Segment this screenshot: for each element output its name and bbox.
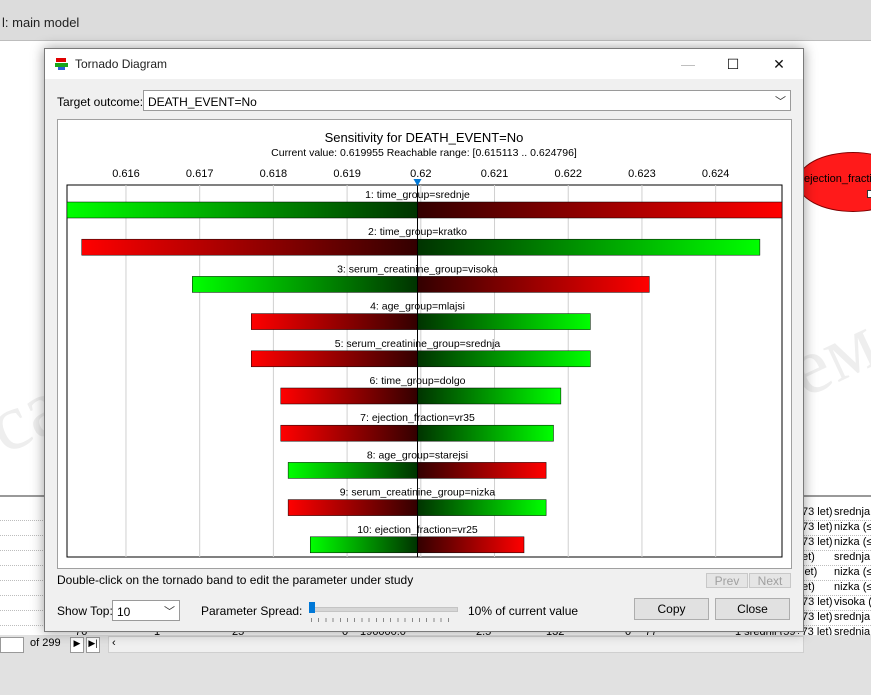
x-tick-label: 0.62 xyxy=(410,168,431,180)
table-cell: nizka (≤ xyxy=(834,536,871,548)
page-count: of 299 xyxy=(30,637,61,649)
table-cell: let) xyxy=(802,566,818,578)
tornado-band[interactable]: 2: time_group=kratko xyxy=(81,226,761,256)
chevron-down-icon: ﹀ xyxy=(164,606,175,618)
x-tick-label: 0.617 xyxy=(186,168,214,180)
table-cell: nizka (≤ xyxy=(834,521,871,533)
node-ejection-fraction[interactable]: ejection_fractio xyxy=(797,152,871,212)
node-resize-handle[interactable] xyxy=(867,190,871,198)
parameter-spread-label: Parameter Spread: xyxy=(201,604,303,618)
prev-button[interactable]: Prev xyxy=(706,573,748,588)
maximize-icon[interactable]: ☐ xyxy=(710,49,756,79)
last-page-button[interactable]: ▶| xyxy=(86,637,100,653)
tornado-bar-high[interactable] xyxy=(417,276,650,293)
tornado-bar-high[interactable] xyxy=(417,462,547,479)
show-top-value: 10 xyxy=(117,605,131,619)
table-cell: 73 let) xyxy=(802,536,833,548)
tornado-bar-low[interactable] xyxy=(280,424,418,442)
tornado-bar-high[interactable] xyxy=(417,499,547,516)
tornado-bar-high[interactable] xyxy=(417,536,525,554)
target-outcome-value: DEATH_EVENT=No xyxy=(148,95,257,109)
x-tick-label: 0.624 xyxy=(702,168,730,180)
parameter-spread-slider[interactable] xyxy=(309,607,458,612)
dialog-title: Tornado Diagram xyxy=(75,57,168,71)
target-outcome-label: Target outcome: xyxy=(57,95,144,109)
chart-title: Sensitivity for DEATH_EVENT=No xyxy=(325,130,524,145)
tornado-bar-high[interactable] xyxy=(417,201,783,219)
table-cell: visoka ( xyxy=(834,596,871,608)
tornado-bar-high[interactable] xyxy=(417,387,562,405)
dialog-titlebar[interactable]: Tornado Diagram — ☐ ✕ xyxy=(45,49,803,79)
x-tick-label: 0.623 xyxy=(628,168,656,180)
show-top-label: Show Top: xyxy=(57,604,113,618)
tornado-band[interactable]: 1: time_group=srednje xyxy=(66,189,783,219)
chart-subtitle: Current value: 0.619955 Reachable range:… xyxy=(271,147,577,159)
tornado-bar-high[interactable] xyxy=(417,424,554,442)
tornado-dialog: Tornado Diagram — ☐ ✕ Target outcome: DE… xyxy=(44,48,804,632)
background-window-title: l: main model xyxy=(2,15,80,30)
show-top-select[interactable]: 10 ﹀ xyxy=(112,600,180,621)
parameter-spread-value: 10% of current value xyxy=(468,604,579,618)
x-tick-label: 0.616 xyxy=(112,168,140,180)
next-page-button[interactable]: ▶ xyxy=(70,637,84,653)
minimize-icon: — xyxy=(681,56,695,72)
tornado-bar-low[interactable] xyxy=(192,276,418,293)
tornado-band[interactable]: 6: time_group=dolgo xyxy=(280,375,562,405)
tornado-bar-low[interactable] xyxy=(251,350,418,368)
close-icon[interactable]: ✕ xyxy=(756,49,802,79)
x-tick-label: 0.619 xyxy=(333,168,361,180)
tornado-bar-high[interactable] xyxy=(417,313,591,330)
tornado-band[interactable]: 4: age_group=mlajsi xyxy=(251,301,591,330)
tornado-bar-low[interactable] xyxy=(287,499,418,516)
tornado-bar-low[interactable] xyxy=(66,201,418,219)
hint-text: Double-click on the tornado band to edit… xyxy=(57,573,414,587)
slider-thumb[interactable] xyxy=(309,602,315,613)
table-cell: 73 let) xyxy=(802,521,833,533)
tornado-bar-low[interactable] xyxy=(309,536,418,554)
copy-button[interactable]: Copy xyxy=(634,598,709,620)
close-button[interactable]: Close xyxy=(715,598,790,620)
tornado-bar-low[interactable] xyxy=(287,462,418,479)
table-cell: srednja xyxy=(834,506,871,518)
tornado-band[interactable]: 5: serum_creatinine_group=srednja xyxy=(251,338,591,368)
target-outcome-select[interactable]: DEATH_EVENT=No ﹀ xyxy=(143,90,791,111)
tornado-app-icon xyxy=(55,58,68,70)
horizontal-scrollbar[interactable]: ‹ xyxy=(108,636,804,653)
tornado-bar-high[interactable] xyxy=(417,350,591,368)
tornado-chart[interactable]: Sensitivity for DEATH_EVENT=No Current v… xyxy=(58,120,791,568)
tornado-band[interactable]: 3: serum_creatinine_group=visoka xyxy=(192,263,650,293)
chevron-down-icon: ﹀ xyxy=(775,96,786,108)
tornado-bar-low[interactable] xyxy=(280,387,418,405)
x-tick-label: 0.618 xyxy=(260,168,288,180)
background-window-titlebar: l: main model xyxy=(0,0,871,40)
table-cell: nizka (≤ xyxy=(834,566,871,578)
table-cell: srednja xyxy=(834,611,871,623)
x-tick-label: 0.621 xyxy=(481,168,509,180)
x-tick-label: 0.622 xyxy=(554,168,582,180)
tornado-bar-high[interactable] xyxy=(417,238,761,256)
slider-ticks xyxy=(311,618,455,622)
table-cell: nizka (≤ xyxy=(834,581,871,593)
table-cell: 73 let) xyxy=(802,596,833,608)
table-cell: 73 let) xyxy=(802,506,833,518)
tornado-chart-frame: Sensitivity for DEATH_EVENT=No Current v… xyxy=(57,119,792,569)
tornado-bar-low[interactable] xyxy=(251,313,418,330)
scroll-left-icon[interactable]: ‹ xyxy=(112,637,116,649)
page-input[interactable] xyxy=(0,637,24,653)
node-label: ejection_fractio xyxy=(804,173,871,185)
tornado-bar-low[interactable] xyxy=(81,238,418,256)
table-cell: srednja xyxy=(834,551,871,563)
table-cell: 73 let) xyxy=(802,611,833,623)
next-button[interactable]: Next xyxy=(749,573,791,588)
